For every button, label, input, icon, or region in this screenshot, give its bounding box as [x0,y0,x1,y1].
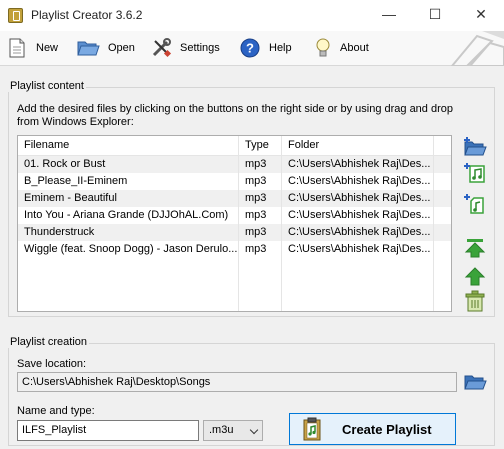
move-top-icon[interactable] [463,237,487,259]
cell-folder: C:\Users\Abhishek Raj\Des... [282,190,434,207]
name-type-label: Name and type: [17,405,95,417]
table-row[interactable]: Thunderstruck mp3 C:\Users\Abhishek Raj\… [18,224,451,241]
chevron-down-icon [249,425,259,435]
open-folder-icon [77,41,100,56]
svg-text:?: ? [246,41,254,56]
about-label: About [340,42,369,54]
maximize-button[interactable]: ☐ [412,0,458,31]
wrench-screwdriver-icon [152,38,172,58]
cell-filename: 01. Rock or Bust [18,156,239,173]
create-playlist-button[interactable]: Create Playlist [289,413,456,445]
new-document-icon [9,38,25,58]
playlist-content-title: Playlist content [8,80,86,92]
cell-type: mp3 [239,241,282,258]
open-button[interactable]: Open [76,36,135,60]
table-row[interactable]: Eminem - Beautiful mp3 C:\Users\Abhishek… [18,190,451,207]
cell-folder: C:\Users\Abhishek Raj\Des... [282,173,434,190]
cell-filename: Wiggle (feat. Snoop Dogg) - Jason Derulo… [18,241,239,258]
help-button[interactable]: ? Help [239,36,292,60]
cell-folder: C:\Users\Abhishek Raj\Des... [282,241,434,258]
column-filename[interactable]: Filename [18,136,239,155]
file-list-empty-area [18,258,451,311]
new-button[interactable]: New [6,36,58,60]
column-type[interactable]: Type [239,136,282,155]
clipboard-music-icon [303,417,321,441]
move-up-icon[interactable] [463,265,487,287]
window-title: Playlist Creator 3.6.2 [31,8,143,22]
lightbulb-icon [316,38,330,57]
playlist-type-value: .m3u [209,424,234,436]
column-folder[interactable]: Folder [282,136,434,155]
toolbar: New Open Settings ? Help About [0,31,504,66]
add-folder-icon[interactable] [463,136,487,158]
table-row[interactable]: 01. Rock or Bust mp3 C:\Users\Abhishek R… [18,156,451,173]
help-icon: ? [240,38,260,58]
playlist-creation-title: Playlist creation [8,336,90,348]
cell-folder: C:\Users\Abhishek Raj\Des... [282,224,434,241]
file-list-header: Filename Type Folder [18,136,451,156]
open-label: Open [108,42,135,54]
cell-type: mp3 [239,224,282,241]
help-label: Help [269,42,292,54]
cell-folder: C:\Users\Abhishek Raj\Des... [282,156,434,173]
file-list-rows: 01. Rock or Bust mp3 C:\Users\Abhishek R… [18,156,451,258]
remove-icon[interactable] [463,290,487,312]
cell-type: mp3 [239,207,282,224]
browse-folder-icon[interactable] [463,372,487,392]
add-song-icon[interactable] [463,193,487,215]
column-extra [434,136,451,155]
cell-filename: Thunderstruck [18,224,239,241]
cell-filename: Eminem - Beautiful [18,190,239,207]
save-location-label: Save location: [17,358,87,370]
cell-folder: C:\Users\Abhishek Raj\Des... [282,207,434,224]
minimize-button[interactable]: — [366,0,412,31]
playlist-type-select[interactable]: .m3u [203,420,263,441]
create-playlist-label: Create Playlist [342,421,432,437]
save-location-field[interactable]: C:\Users\Abhishek Raj\Desktop\Songs [17,372,457,392]
cell-type: mp3 [239,190,282,207]
cell-type: mp3 [239,173,282,190]
new-label: New [36,42,59,54]
settings-label: Settings [180,42,220,54]
toolbar-decoration [450,31,504,66]
about-button[interactable]: About [314,36,369,60]
cell-filename: B_Please_II-Eminem [18,173,239,190]
playlist-name-input[interactable]: ILFS_Playlist [17,420,199,441]
instructions-text: Add the desired files by clicking on the… [17,103,453,128]
table-row[interactable]: Wiggle (feat. Snoop Dogg) - Jason Derulo… [18,241,451,258]
title-bar: Playlist Creator 3.6.2 — ☐ ✕ [0,0,504,31]
settings-button[interactable]: Settings [150,36,220,60]
cell-type: mp3 [239,156,282,173]
table-row[interactable]: B_Please_II-Eminem mp3 C:\Users\Abhishek… [18,173,451,190]
add-music-icon[interactable] [463,162,487,184]
close-button[interactable]: ✕ [458,0,504,31]
cell-filename: Into You - Ariana Grande (DJJOhAL.Com) [18,207,239,224]
table-row[interactable]: Into You - Ariana Grande (DJJOhAL.Com) m… [18,207,451,224]
file-list[interactable]: Filename Type Folder 01. Rock or Bust mp… [17,135,452,312]
app-icon [8,8,23,23]
